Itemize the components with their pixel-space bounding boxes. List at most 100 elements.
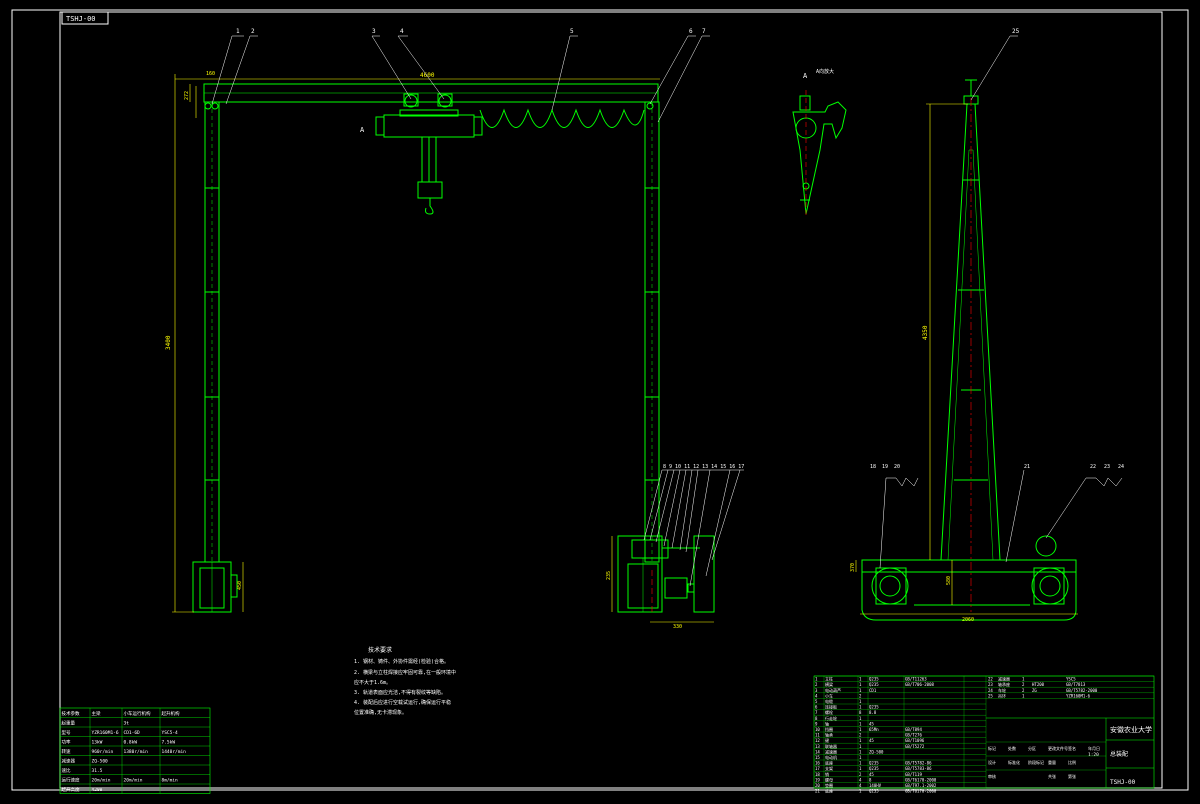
parts-cell: 螺栓 bbox=[825, 709, 833, 715]
parts-table: 1 立柱 1 Q235 GB/T11263 2 横梁 1 Q235 GB/T706-2008 3 电动… bbox=[813, 676, 1155, 794]
parts-cell: 1 bbox=[1022, 677, 1025, 682]
parts-cell: 6 bbox=[815, 705, 818, 710]
sign-cell: 签名 bbox=[1068, 745, 1076, 751]
parts-cell: 14 bbox=[815, 749, 820, 754]
parts-cell: 行走轮 bbox=[825, 715, 837, 721]
parts-cell: 2 bbox=[1022, 682, 1025, 687]
parts-cell: 9 bbox=[815, 721, 818, 726]
part-no-5: 5 bbox=[570, 28, 574, 35]
parts-cell: Q235 bbox=[869, 682, 879, 687]
parts-cell: 小车 bbox=[825, 692, 833, 698]
parts-cell: 减速器 bbox=[998, 676, 1010, 682]
dim-top-span: 4600 bbox=[420, 72, 435, 79]
parts-cell: 4 bbox=[815, 693, 818, 698]
sign-cell: 标记 bbox=[988, 745, 996, 751]
spec-cell: 起升机构 bbox=[162, 710, 180, 717]
parts-cell: Q235 bbox=[869, 677, 879, 682]
parts-cell: GB/T5783-86 bbox=[905, 766, 932, 771]
sign-cell: 比例 bbox=[1068, 759, 1076, 765]
spec-cell: 0.8kW bbox=[124, 740, 138, 746]
part-no-4: 4 bbox=[400, 28, 404, 35]
parts-cell: Q235 bbox=[869, 705, 879, 710]
parts-cell: 1 bbox=[859, 738, 862, 743]
sign-cell: 标准化 bbox=[1008, 759, 1020, 765]
parts-cell: 4 bbox=[859, 783, 862, 788]
parts-cell: 8.8 bbox=[869, 710, 877, 715]
sign-cell: 阶段标记 bbox=[1028, 759, 1044, 765]
dim-leg-h: 235 bbox=[606, 571, 612, 580]
parts-cell: 22 bbox=[988, 677, 993, 682]
parts-cell: GB/T6170-2000 bbox=[905, 777, 937, 782]
parts-cell: 8 bbox=[869, 777, 872, 782]
parts-cell: 1 bbox=[859, 766, 862, 771]
parts-cell: 轴承 bbox=[825, 732, 833, 738]
spec-cell: 3t bbox=[124, 721, 130, 727]
parts-cell: 螺母 bbox=[825, 776, 833, 782]
parts-cell: 立柱 bbox=[825, 676, 833, 682]
title-drawing-code: TSHJ-00 bbox=[1110, 779, 1136, 786]
parts-cell: 1 bbox=[859, 705, 862, 710]
part-no-3: 3 bbox=[372, 28, 376, 35]
spec-cell: 起重量 bbox=[62, 720, 76, 727]
dim-base-width: 2060 bbox=[962, 617, 974, 623]
dim-small-a: 370 bbox=[850, 563, 856, 572]
parts-cell: GB/T5782-86 bbox=[905, 761, 932, 766]
cad-drawing-canvas[interactable]: TSHJ-00 4600 3400 160 272 235 330 450 A … bbox=[0, 0, 1200, 800]
note-line: 3. 轨道表面应光洁,不得有裂纹等缺陷。 bbox=[354, 689, 446, 696]
parts-cell: 2 bbox=[815, 682, 818, 687]
spec-cell: 运行速度 bbox=[62, 777, 80, 784]
dim-base-h: 580 bbox=[946, 576, 952, 585]
spec-cell: 1440r/min bbox=[162, 749, 187, 755]
spec-cell: 主梁 bbox=[92, 710, 101, 717]
spec-cell: 功率 bbox=[62, 739, 71, 746]
detail-caption: A向放大 bbox=[816, 68, 834, 75]
parts-cell: 支架 bbox=[825, 765, 833, 771]
part-no-22: 22 bbox=[1090, 464, 1096, 470]
title-university: 安徽农业大学 bbox=[1110, 725, 1152, 734]
parts-cell: 轴 bbox=[825, 720, 829, 726]
left-column bbox=[204, 101, 220, 563]
side-leaders bbox=[879, 35, 1123, 569]
spec-cell: 1380r/min bbox=[124, 749, 149, 755]
parts-cell: 2 bbox=[1022, 688, 1025, 693]
parts-cell: 17 bbox=[815, 766, 820, 771]
detail-a bbox=[792, 95, 847, 215]
sign-cell: 更改文件号 bbox=[1048, 745, 1068, 751]
parts-cell: GB/T119 bbox=[905, 772, 922, 777]
spec-cell: 7.5kW bbox=[162, 740, 176, 746]
spec-cell: 型号 bbox=[62, 729, 71, 736]
spec-cell: CD1-6D bbox=[124, 730, 141, 736]
parts-cell: 键 bbox=[825, 737, 829, 743]
note-line: 4. 装配后应进行空载试运行,确保运行平稳 bbox=[354, 699, 451, 706]
detail-label: A bbox=[803, 72, 808, 80]
parts-cell: 8 bbox=[859, 710, 862, 715]
parts-cell: 1 bbox=[859, 716, 862, 721]
parts-cell: 车轮 bbox=[998, 687, 1006, 693]
cable-festoon bbox=[479, 108, 645, 128]
parts-cell: GB/T97.1-2002 bbox=[905, 783, 937, 788]
parts-cell: 13 bbox=[815, 744, 820, 749]
parts-cell: 电缆 bbox=[825, 698, 833, 704]
right-column bbox=[644, 101, 660, 563]
parts-cell: 横梁 bbox=[825, 681, 833, 687]
spec-cell: 20m/min bbox=[92, 778, 111, 784]
parts-cell: 23 bbox=[988, 682, 993, 687]
parts-cell: 45 bbox=[869, 738, 874, 743]
parts-cell: 1 bbox=[1022, 693, 1025, 698]
sign-cell: 设计 bbox=[988, 759, 996, 765]
parts-cell: 1 bbox=[859, 688, 862, 693]
parts-cell: 5 bbox=[815, 699, 818, 704]
part-no-6: 6 bbox=[689, 28, 693, 35]
parts-cell: GB/T1096 bbox=[905, 738, 925, 743]
parts-cell: 8 bbox=[815, 716, 818, 721]
part-no-1: 1 bbox=[236, 28, 240, 35]
parts-cell: 轴承座 bbox=[998, 681, 1010, 687]
parts-cell: 2 bbox=[859, 733, 862, 738]
note-line: 应不大于1.6m。 bbox=[354, 679, 391, 686]
parts-cell: 24 bbox=[988, 688, 993, 693]
parts-cell: 65Mn bbox=[869, 727, 879, 732]
part-no-19: 19 bbox=[882, 464, 888, 470]
parts-cell: 18 bbox=[815, 772, 820, 777]
parts-cell: 1 bbox=[859, 744, 862, 749]
technical-notes: 技术要求 1. 钢材、铸件、外协件需经(检验)合格。 2. 横梁与立柱焊接应牢固… bbox=[354, 646, 456, 716]
